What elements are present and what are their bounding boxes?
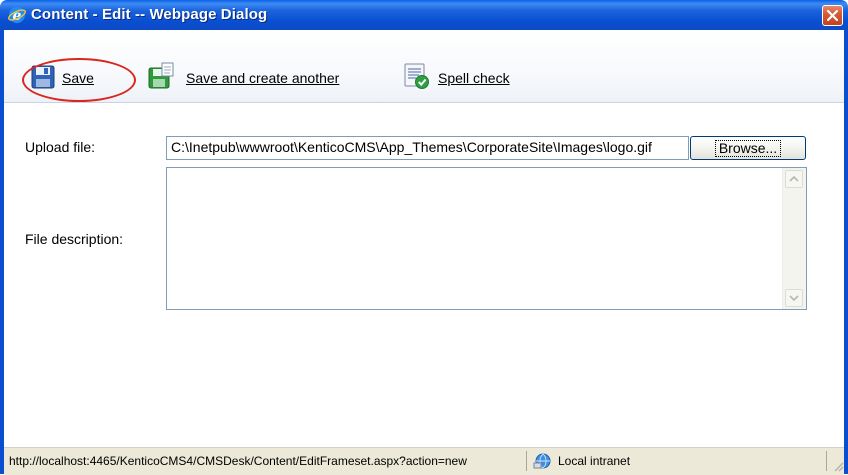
spell-check-label: Spell check xyxy=(438,70,510,86)
ie-icon: e xyxy=(8,7,26,24)
upload-file-input[interactable]: C:\Inetpub\wwwroot\KenticoCMS\App_Themes… xyxy=(166,136,689,160)
save-and-create-button[interactable]: Save and create another xyxy=(146,62,386,92)
browse-button[interactable]: Browse... xyxy=(690,136,806,160)
file-description-textarea[interactable] xyxy=(166,167,807,310)
local-intranet-icon xyxy=(533,453,551,469)
textarea-scrollbar[interactable] xyxy=(782,168,806,309)
spell-check-button[interactable]: Spell check xyxy=(402,63,542,92)
browse-label: Browse... xyxy=(714,139,782,157)
save-and-create-label: Save and create another xyxy=(186,70,340,86)
status-url: http://localhost:4465/KenticoCMS4/CMSDes… xyxy=(9,454,467,468)
file-description-label: File description: xyxy=(25,231,124,247)
chevron-up-icon xyxy=(789,175,799,182)
scroll-down-button[interactable] xyxy=(785,289,803,307)
save-new-icon xyxy=(148,62,174,89)
spell-check-icon xyxy=(404,63,429,89)
status-separator xyxy=(526,451,527,471)
save-highlight-ring xyxy=(22,58,136,102)
toolbar: Save Save and create another Spell check xyxy=(4,30,844,103)
window-title: Content - Edit -- Webpage Dialog xyxy=(31,6,268,23)
zone-label: Local intranet xyxy=(558,454,631,468)
status-separator-2 xyxy=(826,451,827,471)
window-frame-right xyxy=(844,30,848,474)
status-bar: http://localhost:4465/KenticoCMS4/CMSDes… xyxy=(4,447,844,475)
close-icon xyxy=(827,10,838,21)
resize-grip-icon[interactable] xyxy=(832,460,844,472)
close-button[interactable] xyxy=(822,5,843,26)
upload-file-label: Upload file: xyxy=(25,139,96,155)
title-bar[interactable]: e Content - Edit -- Webpage Dialog xyxy=(0,0,848,30)
scroll-up-button[interactable] xyxy=(785,170,803,188)
chevron-down-icon xyxy=(789,295,799,302)
